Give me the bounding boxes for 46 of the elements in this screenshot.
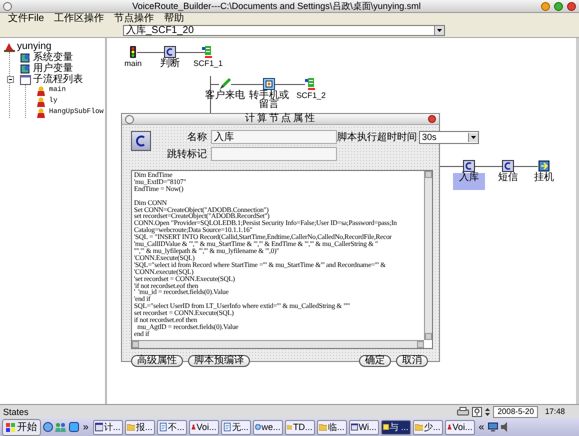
node-label[interactable]: 转手机或留言	[247, 91, 291, 109]
flow-dropdown[interactable]: 入库_SCF1_20	[123, 25, 445, 36]
menu-item[interactable]: 帮助	[164, 13, 184, 24]
taskbar-button[interactable]: TD...	[284, 420, 315, 434]
menu-item[interactable]: 节点操作	[114, 13, 154, 24]
timeout-dropdown[interactable]: 30s	[419, 130, 479, 144]
node-label[interactable]: 挂机	[533, 173, 555, 182]
dialog-button[interactable]: 高级属性	[131, 355, 183, 367]
more-button[interactable]: »	[81, 422, 91, 432]
node-label[interactable]: SCF1_1	[192, 59, 224, 68]
start-button[interactable]: 开始	[2, 418, 41, 436]
time-text: 17:48	[544, 407, 566, 416]
status-text: States	[3, 406, 30, 416]
taskbar-button[interactable]: we...	[252, 420, 283, 434]
taskbar-button[interactable]: 计...	[92, 420, 123, 434]
menu-item[interactable]: 工作区操作	[54, 13, 104, 24]
menu-item[interactable]: 文件File	[8, 13, 44, 24]
taskbar-button[interactable]: Voi...	[188, 420, 219, 434]
taskbar-button[interactable]: 报...	[124, 420, 155, 434]
timeout-label: 脚本执行超时时间	[337, 130, 418, 144]
taskbar-button[interactable]: 临...	[316, 420, 347, 434]
taskbar-button[interactable]: 与 ...	[380, 420, 411, 434]
node-label[interactable]: 判断	[159, 59, 181, 68]
taskbar-button[interactable]: 无...	[220, 420, 251, 434]
dialog-button[interactable]: 确定	[359, 355, 391, 367]
node-label[interactable]: 入库	[453, 173, 485, 190]
dialog-button[interactable]: 取消	[396, 355, 428, 367]
taskbar-button[interactable]: Wi...	[348, 420, 379, 434]
tree-item[interactable]: 用户变量	[33, 63, 73, 74]
taskbar-button[interactable]: Voi...	[444, 420, 475, 434]
taskbar-button[interactable]: 不...	[156, 420, 187, 434]
node-label[interactable]: 短信	[497, 173, 519, 182]
tree-item[interactable]: yunying	[17, 41, 52, 52]
node-label[interactable]: main	[123, 59, 143, 68]
tree-item[interactable]: 子流程列表	[33, 74, 83, 85]
date-field: 2008-5-20	[493, 406, 538, 418]
name-field[interactable]: 入库	[211, 130, 337, 144]
window-title: VoiceRoute_Builder---C:\Documents and Settings\吕政\桌面\yunying.sml	[131, 0, 422, 12]
name-label: 名称	[186, 131, 208, 144]
taskbar-button[interactable]: 少...	[412, 420, 443, 434]
dialog-button[interactable]: 脚本预编译	[188, 355, 250, 367]
jump-label: 跳转标记	[166, 148, 208, 161]
node-label[interactable]: SCF1_2	[295, 91, 327, 100]
dialog-title: 计算节点属性	[244, 114, 318, 124]
tray-toggle-button[interactable]: «	[476, 422, 486, 432]
tree-item[interactable]: 系统变量	[33, 52, 73, 63]
